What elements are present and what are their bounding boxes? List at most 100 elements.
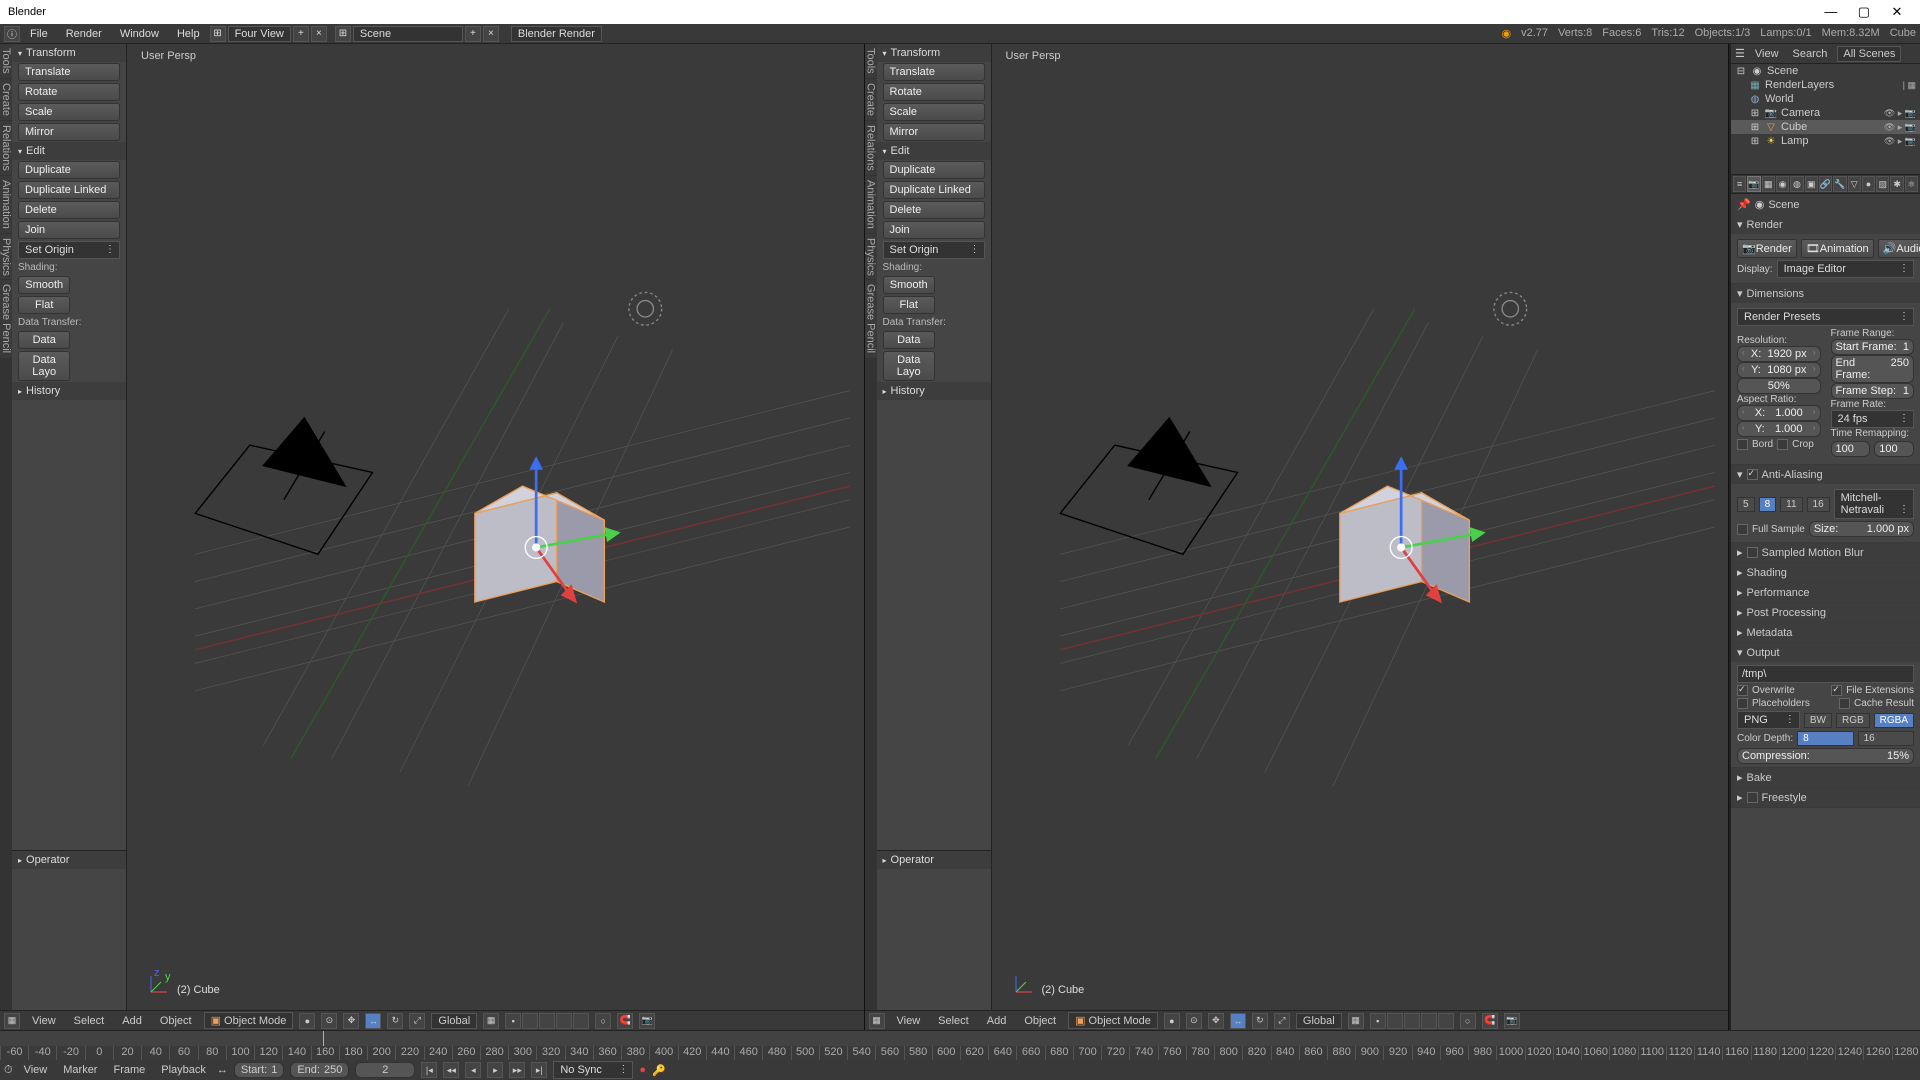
- physics-tab-icon[interactable]: ⚛: [1905, 176, 1918, 192]
- translate-button-r[interactable]: Translate: [883, 63, 985, 81]
- set-origin-dropdown-r[interactable]: Set Origin: [883, 241, 985, 259]
- smooth-button-r[interactable]: Smooth: [883, 276, 935, 294]
- tab-animation[interactable]: Animation: [0, 176, 12, 233]
- frame-step-field[interactable]: Frame Step:1: [1831, 383, 1915, 399]
- aspect-y-field[interactable]: ‹Y:1.000›: [1737, 421, 1821, 437]
- scale-button-r[interactable]: Scale: [883, 103, 985, 121]
- depth-16[interactable]: 16: [1858, 731, 1914, 746]
- scene-dropdown[interactable]: Scene: [353, 26, 463, 42]
- scale-manipulator-icon[interactable]: ⤢: [409, 1013, 425, 1029]
- modifiers-tab-icon[interactable]: 🔧: [1833, 176, 1846, 192]
- 3d-viewport-r[interactable]: User Persp: [992, 44, 1729, 1010]
- render-engine-dropdown[interactable]: Blender Render: [511, 26, 602, 42]
- layout-browse-icon[interactable]: ⊞: [210, 26, 226, 42]
- play-icon[interactable]: ▸: [487, 1062, 503, 1078]
- proportional-edit-icon[interactable]: ○: [595, 1013, 611, 1029]
- layout-del-icon[interactable]: ×: [311, 26, 327, 42]
- world-tab-icon[interactable]: ◍: [1790, 176, 1803, 192]
- data-tab-icon[interactable]: ▽: [1848, 176, 1861, 192]
- select-menu[interactable]: Select: [68, 1014, 111, 1028]
- crop-checkbox[interactable]: [1777, 439, 1788, 450]
- aspect-x-field[interactable]: ‹X:1.000›: [1737, 405, 1821, 421]
- screen-layout-dropdown[interactable]: Four View: [228, 26, 291, 42]
- editor-type-3dview-icon-r[interactable]: ▦: [869, 1013, 885, 1029]
- metadata-header[interactable]: ▸Metadata: [1731, 623, 1920, 642]
- post-processing-header[interactable]: ▸Post Processing: [1731, 603, 1920, 622]
- add-menu[interactable]: Add: [116, 1014, 148, 1028]
- outliner-editor-icon[interactable]: ☰: [1735, 47, 1745, 60]
- render-tab-icon[interactable]: 📷: [1747, 176, 1760, 192]
- duplicate-linked-button[interactable]: Duplicate Linked: [18, 181, 120, 199]
- tab-physics-r[interactable]: Physics: [865, 234, 877, 280]
- outliner-search-menu[interactable]: Search: [1789, 47, 1832, 61]
- shading-header[interactable]: ▸Shading: [1731, 563, 1920, 582]
- fps-dropdown[interactable]: 24 fps: [1831, 410, 1915, 428]
- pivot-icon[interactable]: ⊙: [321, 1013, 337, 1029]
- start-frame-field[interactable]: Start Frame:1: [1831, 339, 1915, 355]
- end-field[interactable]: End:250: [290, 1062, 349, 1078]
- orientation-dropdown[interactable]: Global: [431, 1013, 477, 1029]
- outliner-world[interactable]: World: [1765, 93, 1794, 105]
- file-menu[interactable]: File: [22, 26, 56, 42]
- duplicate-linked-button-r[interactable]: Duplicate Linked: [883, 181, 985, 199]
- jump-end-icon[interactable]: ▸|: [531, 1062, 547, 1078]
- tab-relations[interactable]: Relations: [0, 121, 12, 175]
- outliner-lamp[interactable]: Lamp: [1781, 135, 1809, 147]
- duplicate-button[interactable]: Duplicate: [18, 161, 120, 179]
- data-button[interactable]: Data: [18, 331, 70, 349]
- rgba-button[interactable]: RGBA: [1874, 713, 1914, 728]
- tab-relations-r[interactable]: Relations: [865, 121, 877, 175]
- render-menu[interactable]: Render: [58, 26, 110, 42]
- aa-16[interactable]: 16: [1807, 497, 1830, 512]
- overwrite-checkbox[interactable]: [1737, 685, 1748, 696]
- outliner-cube[interactable]: Cube: [1781, 121, 1807, 133]
- timeline-editor-icon[interactable]: ⏱: [4, 1064, 13, 1077]
- performance-header[interactable]: ▸Performance: [1731, 583, 1920, 602]
- particles-tab-icon[interactable]: ✱: [1890, 176, 1903, 192]
- audio-button[interactable]: 🔊 Audio: [1878, 239, 1920, 258]
- minimize-button[interactable]: —: [1816, 4, 1846, 19]
- data-button-r[interactable]: Data: [883, 331, 935, 349]
- render-presets-dropdown[interactable]: Render Presets: [1737, 308, 1914, 326]
- rotate-manipulator-icon[interactable]: ↻: [387, 1013, 403, 1029]
- mode-dropdown-r[interactable]: ▣Object Mode: [1068, 1012, 1158, 1029]
- res-pct-field[interactable]: 50%: [1737, 378, 1821, 394]
- sampled-blur-header[interactable]: ▸Sampled Motion Blur: [1731, 543, 1920, 562]
- snap-icon[interactable]: 🧲: [617, 1013, 633, 1029]
- tab-tools[interactable]: Tools: [0, 44, 12, 78]
- tab-create-r[interactable]: Create: [865, 79, 877, 120]
- cache-checkbox[interactable]: [1839, 698, 1850, 709]
- maximize-button[interactable]: ▢: [1849, 4, 1879, 20]
- tl-frame-menu[interactable]: Frame: [108, 1063, 150, 1077]
- view-menu[interactable]: View: [26, 1014, 62, 1028]
- mirror-button[interactable]: Mirror: [18, 123, 120, 141]
- shading-solid-icon[interactable]: ●: [299, 1013, 315, 1029]
- output-path-field[interactable]: /tmp\: [1737, 665, 1914, 683]
- editor-type-3dview-icon[interactable]: ▦: [4, 1013, 20, 1029]
- edit-panel-header[interactable]: Edit: [12, 142, 126, 160]
- keying-set-icon[interactable]: 🔑: [652, 1064, 666, 1077]
- delete-button[interactable]: Delete: [18, 201, 120, 219]
- autokey-icon[interactable]: ●: [639, 1064, 646, 1076]
- placeholders-checkbox[interactable]: [1737, 698, 1748, 709]
- outliner-view-menu[interactable]: View: [1751, 47, 1783, 61]
- scene-add-icon[interactable]: +: [465, 26, 481, 42]
- timeline-canvas[interactable]: -60-40-200204060801001201401601802002202…: [0, 1031, 1920, 1060]
- delete-button-r[interactable]: Delete: [883, 201, 985, 219]
- pin-icon[interactable]: 📌: [1737, 198, 1751, 211]
- end-frame-field[interactable]: End Frame:250: [1831, 355, 1915, 383]
- window-menu[interactable]: Window: [112, 26, 167, 42]
- render-button[interactable]: 📷 Render: [1737, 239, 1797, 258]
- file-ext-checkbox[interactable]: [1831, 685, 1842, 696]
- translate-button[interactable]: Translate: [18, 63, 120, 81]
- editor-props-icon[interactable]: ≡: [1733, 176, 1746, 192]
- layers-tab-icon[interactable]: ▦: [1762, 176, 1775, 192]
- outliner-renderlayers[interactable]: RenderLayers: [1765, 79, 1834, 91]
- play-reverse-icon[interactable]: ◂: [465, 1062, 481, 1078]
- select-menu-r[interactable]: Select: [932, 1014, 975, 1028]
- tab-physics[interactable]: Physics: [0, 234, 12, 280]
- layout-add-icon[interactable]: +: [293, 26, 309, 42]
- view-menu-r[interactable]: View: [891, 1014, 927, 1028]
- translate-manipulator-icon[interactable]: ↔: [365, 1013, 381, 1029]
- res-x-field[interactable]: ‹X:1920 px›: [1737, 346, 1821, 362]
